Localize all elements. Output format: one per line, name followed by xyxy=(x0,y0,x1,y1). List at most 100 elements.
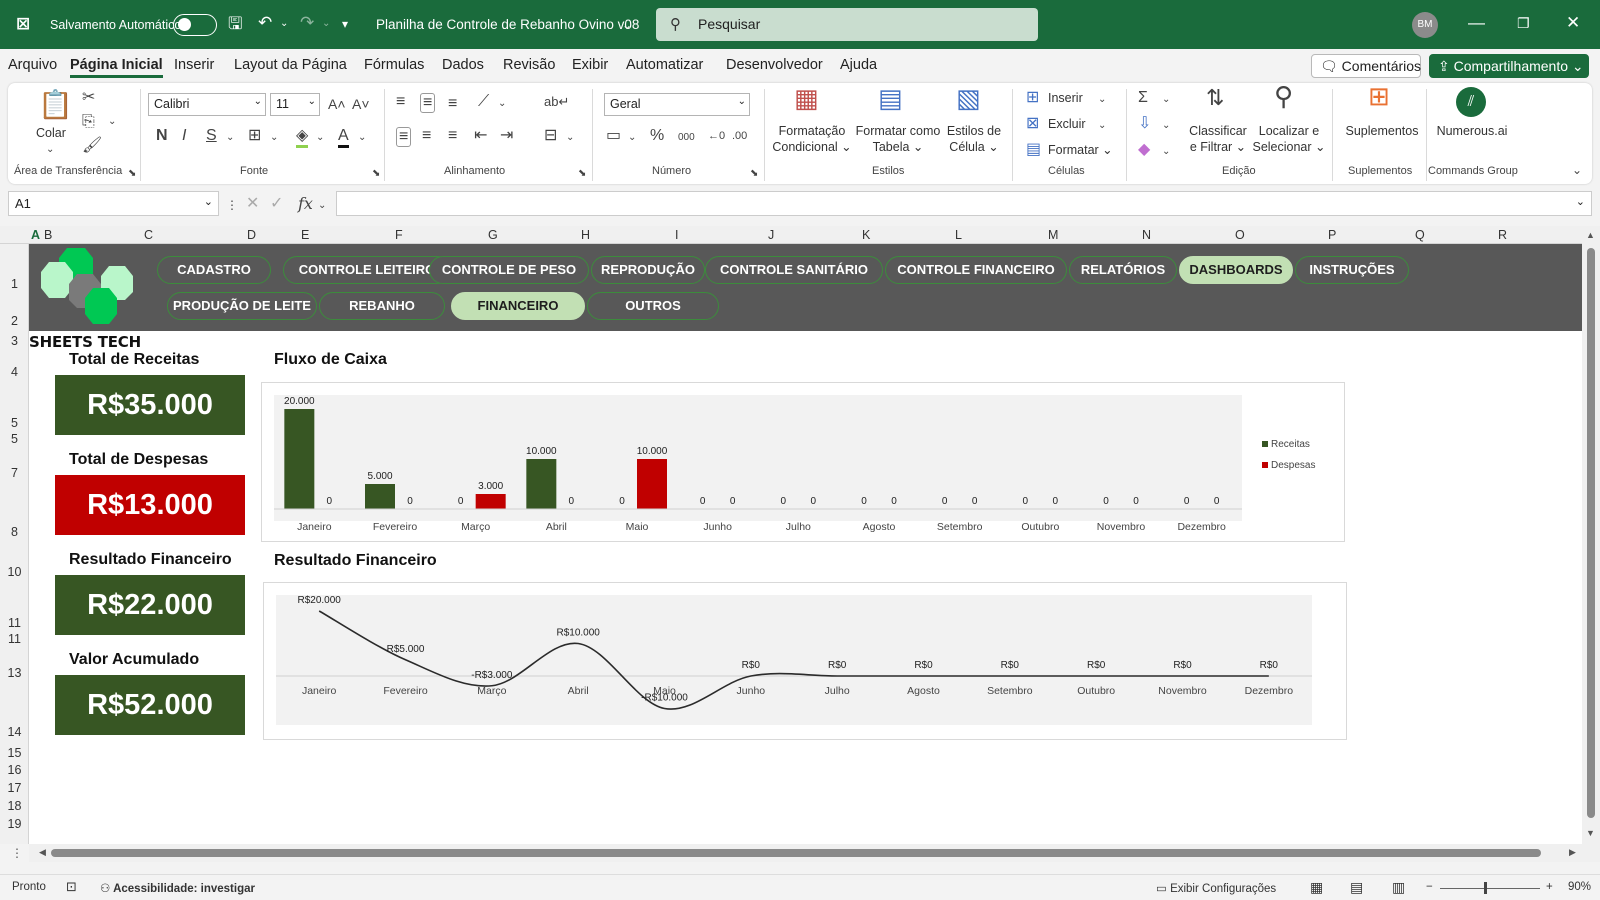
cell-styles-icon[interactable]: ▧ xyxy=(956,85,981,111)
column-header-k[interactable]: K xyxy=(862,228,870,242)
nav-button-rebanho[interactable]: REBANHO xyxy=(319,292,445,320)
row-header[interactable]: 11 xyxy=(0,632,29,646)
nav-button-dashboards[interactable]: DASHBOARDS xyxy=(1179,256,1293,284)
fill-dropdown-icon[interactable]: ⌄ xyxy=(1162,117,1170,135)
column-header-b[interactable]: B xyxy=(44,228,52,242)
insert-function-icon[interactable]: fx xyxy=(298,195,313,213)
column-header-f[interactable]: F xyxy=(395,228,403,242)
autosum-icon[interactable]: Σ xyxy=(1138,89,1148,107)
format-table-icon[interactable]: ▤ xyxy=(878,85,903,111)
underline-icon[interactable]: S xyxy=(206,127,217,145)
menu-inserir[interactable]: Inserir xyxy=(174,57,214,73)
page-break-view-icon[interactable]: ▥ xyxy=(1392,879,1405,896)
row-header[interactable]: 5 xyxy=(0,416,29,430)
nav-button-financeiro[interactable]: FINANCEIRO xyxy=(451,292,585,320)
comments-button[interactable]: 🗨 Comentários xyxy=(1311,54,1421,78)
horizontal-scroll-thumb[interactable] xyxy=(51,849,1541,857)
cashflow-chart[interactable]: 20.000 0 Janeiro 5.000 0 Fevereiro 0 3.000 Março… xyxy=(261,382,1345,542)
shrink-font-icon[interactable]: A˅ xyxy=(352,95,370,113)
paste-icon[interactable]: 📋 xyxy=(38,89,73,121)
close-icon[interactable]: ✕ xyxy=(1566,13,1580,33)
number-format-combo[interactable]: Geral ⌄ xyxy=(604,93,750,116)
name-box[interactable]: A1 ⌄ xyxy=(8,191,219,216)
nav-button-controle-leiteiro[interactable]: CONTROLE LEITEIRO xyxy=(283,256,451,284)
column-header-n[interactable]: N xyxy=(1142,228,1151,242)
vertical-scroll-thumb[interactable] xyxy=(1587,248,1595,818)
column-header-c[interactable]: C xyxy=(144,228,153,242)
autosave-toggle[interactable] xyxy=(173,14,217,36)
menu-automatizar[interactable]: Automatizar xyxy=(626,57,703,73)
delete-dropdown-icon[interactable]: ⌄ xyxy=(1098,117,1106,135)
numerous-ai-icon[interactable]: ⫽ xyxy=(1456,87,1486,117)
sort-filter-icon[interactable]: ⇅ xyxy=(1206,87,1224,109)
redo-dropdown-icon[interactable]: ⌄ xyxy=(322,14,330,34)
worksheet[interactable]: CADASTRO CONTROLE LEITEIRO CONTROLE DE PES… xyxy=(29,244,1582,844)
scroll-left-icon[interactable]: ◀ xyxy=(39,847,46,858)
more-options-icon[interactable]: ⋮ xyxy=(226,196,238,214)
thousands-icon[interactable]: 000 xyxy=(678,129,695,147)
confirm-entry-icon[interactable]: ✓ xyxy=(270,195,283,213)
row-header[interactable]: 11 xyxy=(0,616,29,630)
nav-button-cadastro[interactable]: CADASTRO xyxy=(157,256,271,284)
menu-dados[interactable]: Dados xyxy=(442,57,484,73)
ribbon-collapse-icon[interactable]: ⌄ xyxy=(1572,161,1582,179)
alignment-launcher-icon[interactable]: ⬊ xyxy=(578,165,586,183)
title-dropdown-icon[interactable]: ⌄ xyxy=(622,15,632,35)
formula-input[interactable]: ⌄ xyxy=(336,191,1592,216)
cancel-entry-icon[interactable]: ✕ xyxy=(246,195,259,213)
column-header-m[interactable]: M xyxy=(1048,228,1058,242)
borders-icon[interactable]: ⊞ xyxy=(248,127,261,145)
fill-color-icon[interactable]: ◈ xyxy=(296,127,309,148)
nav-button-outros[interactable]: OUTROS xyxy=(587,292,719,320)
row-header[interactable]: 8 xyxy=(0,525,29,539)
increase-indent-icon[interactable]: ⇥ xyxy=(500,127,513,145)
row-header[interactable]: 16 xyxy=(0,763,29,777)
row-header[interactable]: 19 xyxy=(0,817,29,831)
currency-icon[interactable]: ▭ xyxy=(606,127,621,145)
column-header-e[interactable]: E xyxy=(301,228,309,242)
wrap-text-icon[interactable]: ab↵ xyxy=(544,93,569,111)
row-header[interactable]: 5 xyxy=(0,432,29,446)
search-box[interactable]: ⚲ Pesquisar xyxy=(656,8,1038,41)
fill-color-dropdown-icon[interactable]: ⌄ xyxy=(316,129,324,147)
currency-dropdown-icon[interactable]: ⌄ xyxy=(628,129,636,147)
decrease-decimal-icon[interactable]: .00 xyxy=(732,127,747,145)
insert-cells-icon[interactable]: ⊞ xyxy=(1026,89,1039,107)
align-center-icon[interactable]: ≡ xyxy=(422,127,431,145)
nav-button-reprodução[interactable]: REPRODUÇÃO xyxy=(591,256,705,284)
column-header-o[interactable]: O xyxy=(1235,228,1245,242)
align-left-icon[interactable]: ≡ xyxy=(396,127,412,147)
bold-icon[interactable]: N xyxy=(156,127,168,145)
format-cells-icon[interactable]: ▤ xyxy=(1026,141,1041,159)
row-header[interactable]: 14 xyxy=(0,725,29,739)
row-header[interactable]: 2 xyxy=(0,314,29,328)
avatar[interactable]: BM xyxy=(1412,12,1438,38)
find-select-button[interactable]: Localizar e Selecionar ⌄ xyxy=(1252,123,1326,155)
menu-arquivo[interactable]: Arquivo xyxy=(8,57,57,73)
nav-button-instruções[interactable]: INSTRUÇÕES xyxy=(1295,256,1409,284)
minimize-icon[interactable]: — xyxy=(1468,13,1485,33)
clear-dropdown-icon[interactable]: ⌄ xyxy=(1162,143,1170,161)
row-header[interactable]: 4 xyxy=(0,365,29,379)
nav-button-relatórios[interactable]: RELATÓRIOS xyxy=(1069,256,1177,284)
undo-dropdown-icon[interactable]: ⌄ xyxy=(280,14,288,34)
row-header[interactable]: 3 xyxy=(0,334,29,348)
nav-button-controle-sanitário[interactable]: CONTROLE SANITÁRIO xyxy=(705,256,883,284)
orientation-dropdown-icon[interactable]: ⌄ xyxy=(498,95,506,113)
zoom-in-icon[interactable]: + xyxy=(1546,881,1553,893)
conditional-format-icon[interactable]: ▦ xyxy=(794,85,819,111)
column-header-h[interactable]: H xyxy=(581,228,590,242)
copy-dropdown-icon[interactable]: ⌄ xyxy=(108,113,116,131)
copy-icon[interactable]: ⎘ xyxy=(82,113,95,131)
page-layout-view-icon[interactable]: ▤ xyxy=(1350,879,1363,896)
font-color-icon[interactable]: A xyxy=(338,127,349,148)
file-title[interactable]: Planilha de Controle de Rebanho Ovino v0… xyxy=(376,17,639,32)
row-header[interactable]: 18 xyxy=(0,799,29,813)
format-cells-button[interactable]: Formatar ⌄ xyxy=(1048,142,1113,158)
undo-icon[interactable]: ↶ xyxy=(258,13,272,33)
align-right-icon[interactable]: ≡ xyxy=(448,127,457,145)
merge-dropdown-icon[interactable]: ⌄ xyxy=(566,129,574,147)
zoom-level[interactable]: 90% xyxy=(1568,881,1591,893)
font-launcher-icon[interactable]: ⬊ xyxy=(372,165,380,183)
column-header-l[interactable]: L xyxy=(955,228,962,242)
